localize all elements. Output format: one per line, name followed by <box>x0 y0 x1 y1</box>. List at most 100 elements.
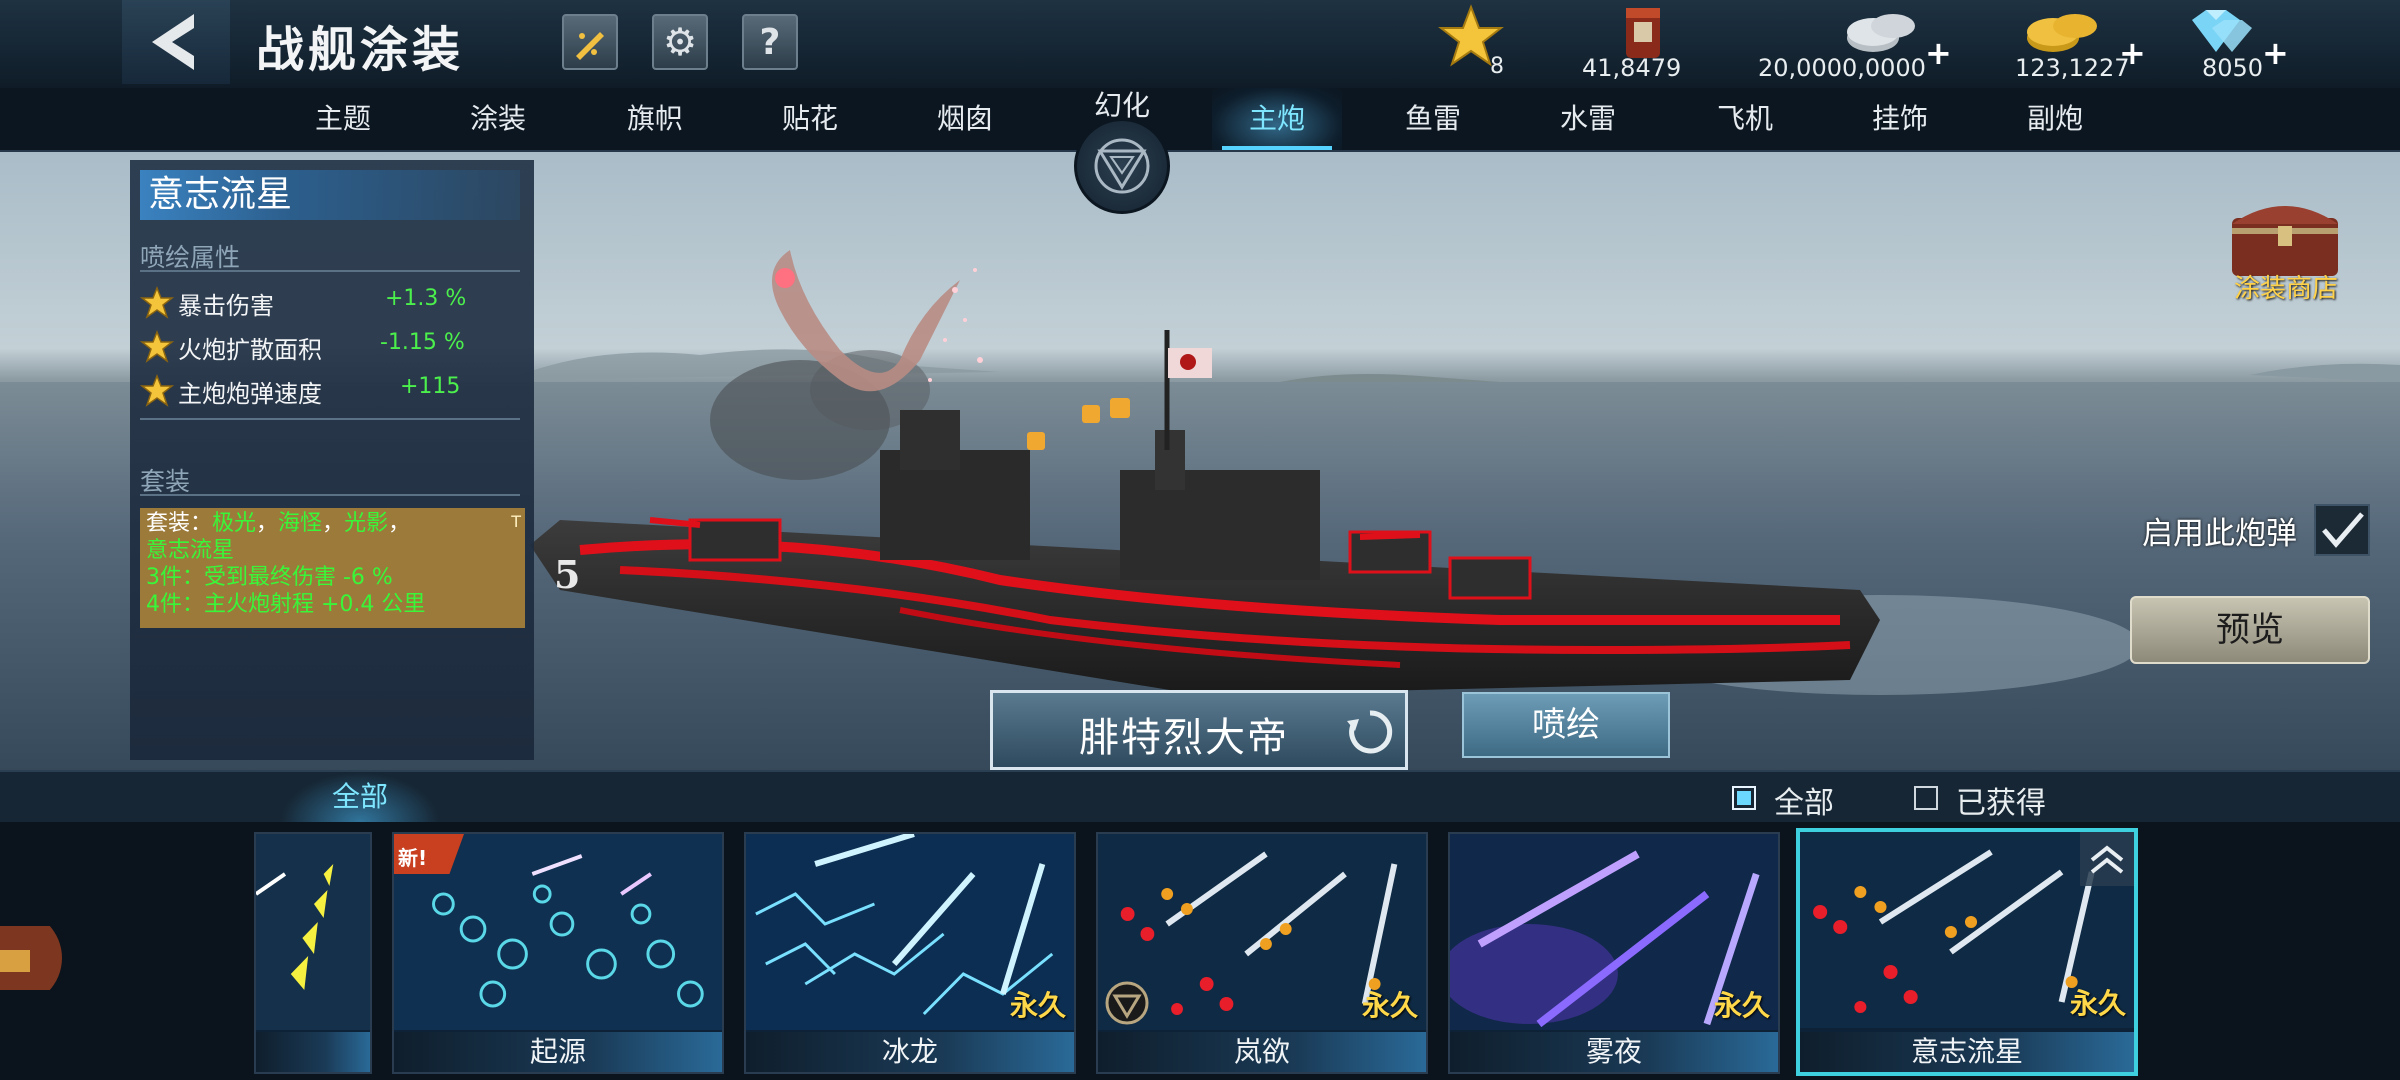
gear-icon: ⚙ <box>662 20 698 64</box>
tab-transform[interactable]: 幻化 <box>1072 84 1172 214</box>
attribute-name: 暴击伤害 <box>178 292 274 320</box>
filter-owned-checkbox[interactable] <box>1914 786 1938 810</box>
skin-card-fog-night[interactable]: 永久 雾夜 <box>1448 832 1780 1074</box>
diamond-icon <box>2192 10 2252 52</box>
hull-number: 5 <box>554 552 581 597</box>
diamond-resource: 8050 + <box>2180 0 2290 88</box>
set-item: 海怪 <box>278 511 323 536</box>
card-label: 岚欲 <box>1098 1032 1426 1072</box>
tab-all-skins[interactable]: 全部 <box>280 772 440 822</box>
set-corner-mark: T <box>511 512 521 531</box>
set-bonus-box: 套装：极光，海怪，光影， 意志流星 3件：受到最终伤害 -6 % 4件：主火炮射… <box>140 508 525 628</box>
gold-resource: 123,1227 + <box>2015 0 2146 88</box>
divider <box>140 494 520 496</box>
add-diamond-button[interactable]: + <box>2262 34 2289 72</box>
help-button[interactable]: ? <box>742 14 798 70</box>
set-heading: 套装 <box>140 467 191 496</box>
skin-card-lanyu[interactable]: 永久 岚欲 <box>1096 832 1428 1074</box>
star-count: 8 <box>1490 54 1504 79</box>
attribute-row: 暴击伤害 +1.3 % <box>140 282 520 324</box>
triangle-emblem-icon <box>1105 981 1149 1025</box>
settings-button[interactable]: ⚙ <box>652 14 708 70</box>
tab-main-gun[interactable]: 主炮 <box>1212 88 1342 150</box>
paint-shop-button[interactable]: 涂装商店 <box>2210 188 2360 306</box>
skin-card-will-meteor[interactable]: 永久 意志流星 <box>1796 828 2138 1076</box>
permanent-tag: 永久 <box>1009 989 1066 1022</box>
skin-card-ice-dragon[interactable]: 永久 冰龙 <box>744 832 1076 1074</box>
set-item: 极光 <box>212 511 257 536</box>
skin-showcase-button[interactable] <box>562 14 618 70</box>
tab-secondary-gun[interactable]: 副炮 <box>1990 88 2120 150</box>
attribute-row: 主炮炮弹速度 +115 <box>140 370 520 412</box>
star-icon <box>140 286 174 319</box>
tab-mine[interactable]: 水雷 <box>1523 88 1653 150</box>
skin-name: 意志流星 <box>140 170 520 220</box>
checkbox-fill <box>1737 791 1751 805</box>
filter-owned-label: 已获得 <box>1956 786 2046 821</box>
attribute-value: +1.3 % <box>385 286 467 311</box>
set-sep: ， <box>388 511 411 536</box>
add-gold-button[interactable]: + <box>2119 34 2146 72</box>
set-item: 光影 <box>344 511 389 536</box>
question-icon: ? <box>759 21 781 63</box>
new-badge: 新! <box>398 846 428 870</box>
back-button[interactable] <box>122 0 230 84</box>
enable-shell-checkbox[interactable] <box>2314 504 2370 556</box>
star-icon <box>140 374 174 407</box>
set-sep: ， <box>322 511 345 536</box>
collapse-button[interactable] <box>2080 832 2134 886</box>
skin-card-partial[interactable] <box>254 832 372 1074</box>
silver-resource: 20,0000,0000 + <box>1755 0 1955 88</box>
preview-button[interactable]: 预览 <box>2130 596 2370 664</box>
add-silver-button[interactable]: + <box>1925 34 1952 72</box>
paint-resource: 41,8479 <box>1570 0 1690 88</box>
paint-bucket-icon <box>1626 8 1660 58</box>
card-label: 冰龙 <box>746 1032 1074 1072</box>
skin-card-origin[interactable]: 新! 起源 <box>392 832 724 1074</box>
tab-theme[interactable]: 主题 <box>278 88 408 150</box>
set-bonus-4: 4件：主火炮射程 +0.4 公里 <box>146 592 426 617</box>
diamond-count: 8050 <box>2202 54 2264 82</box>
tab-decal[interactable]: 贴花 <box>745 88 875 150</box>
attribute-name: 火炮扩散面积 <box>178 336 322 364</box>
set-members: 套装：极光，海怪，光影， <box>146 510 519 537</box>
paint-shop-label: 涂装商店 <box>2234 274 2339 304</box>
star-icon <box>140 330 174 363</box>
set-sep: ， <box>256 511 279 536</box>
divider <box>140 270 520 272</box>
tab-flag[interactable]: 旗帜 <box>590 88 720 150</box>
skin-info-panel: 意志流星 喷绘属性 暴击伤害 +1.3 % 火炮扩散面积 -1.15 % 主炮炮… <box>130 160 534 760</box>
card-art <box>256 834 370 1030</box>
ship-selector[interactable]: 腓特烈大帝 <box>990 690 1408 770</box>
chest-shortcut-button[interactable] <box>0 910 64 1006</box>
filter-all-checkbox[interactable] <box>1732 786 1756 810</box>
tab-aircraft[interactable]: 飞机 <box>1680 88 1810 150</box>
checkmark-icon <box>2322 512 2364 548</box>
enable-shell-label: 启用此炮弹 <box>2142 516 2297 552</box>
tab-ornament[interactable]: 挂饰 <box>1835 88 1965 150</box>
tab-funnel[interactable]: 烟囱 <box>900 88 1030 150</box>
silver-coin-icon <box>1847 14 1915 52</box>
switch-ship-icon[interactable] <box>1345 707 1395 757</box>
ship-name: 腓特烈大帝 <box>1079 715 1289 761</box>
spray-button[interactable]: 喷绘 <box>1462 692 1670 758</box>
brush-icon <box>576 32 604 60</box>
back-arrow-icon <box>152 14 194 70</box>
gold-count: 123,1227 <box>2015 54 2130 82</box>
set-bonus-3: 3件：受到最终伤害 -6 % <box>146 565 393 590</box>
silver-count: 20,0000,0000 <box>1758 54 1926 82</box>
category-tabs: 主题 涂装 旗帜 贴花 烟囱 主炮 鱼雷 水雷 飞机 挂饰 副炮 <box>0 88 2400 152</box>
attribute-name: 主炮炮弹速度 <box>178 380 322 408</box>
treasure-chest-icon <box>0 910 62 1006</box>
paint-count: 41,8479 <box>1582 54 1682 82</box>
gold-coin-icon <box>2027 14 2097 52</box>
triangle-emblem-icon <box>1094 138 1150 194</box>
transform-circle <box>1074 118 1170 214</box>
filter-all-label: 全部 <box>1774 786 1834 821</box>
permanent-tag: 永久 <box>1361 989 1418 1022</box>
card-label: 雾夜 <box>1450 1032 1778 1072</box>
tab-torpedo[interactable]: 鱼雷 <box>1368 88 1498 150</box>
attribute-row: 火炮扩散面积 -1.15 % <box>140 326 520 368</box>
attribute-value: -1.15 % <box>380 330 465 355</box>
tab-paint[interactable]: 涂装 <box>433 88 563 150</box>
